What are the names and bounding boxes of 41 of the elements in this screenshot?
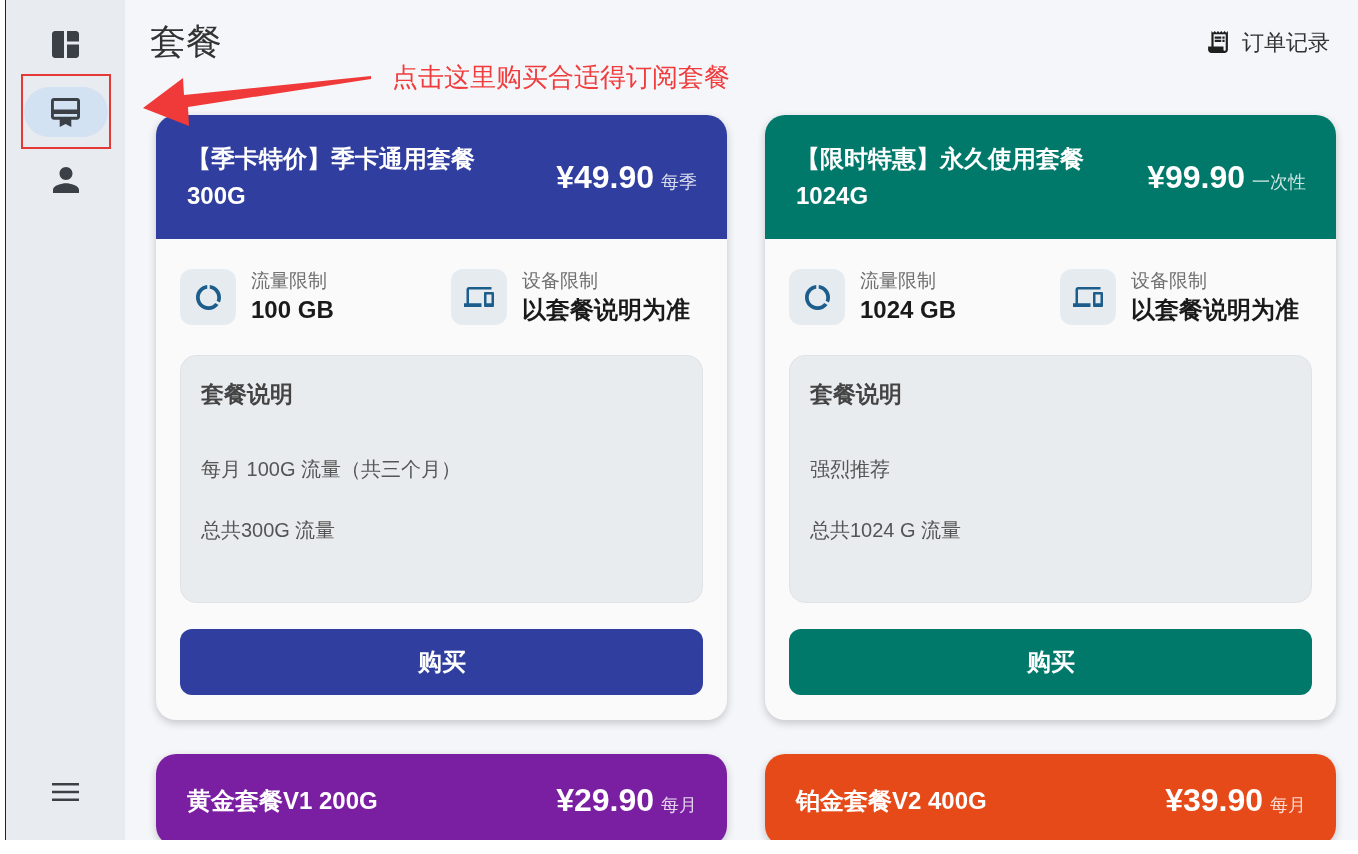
feature-value: 以套餐说明为准 (1131, 295, 1299, 325)
annotation-text: 点击这里购买合适得订阅套餐 (392, 61, 730, 93)
buy-button[interactable]: 购买 (180, 629, 703, 695)
feature-value: 以套餐说明为准 (522, 295, 690, 325)
feature-value: 1024 GB (860, 295, 957, 325)
plan-title: 黄金套餐V1 200G (187, 785, 378, 816)
receipt-icon (1208, 31, 1228, 53)
description-line: 总共300G 流量 (201, 518, 337, 543)
feature-label: 流量限制 (860, 269, 937, 293)
plan-title: 铂金套餐V2 400G (796, 785, 987, 816)
plan-title: 【限时特惠】永久使用套餐 1024G (796, 144, 1085, 211)
nav-item[interactable] (23, 87, 108, 137)
description-line: 每月 100G 流量（共三个月） (201, 457, 463, 482)
feature-value: 100 GB (251, 295, 334, 325)
devices-icon (1073, 287, 1103, 307)
description-line: 强烈推荐 (810, 457, 891, 482)
plan-price: ¥29.90 (556, 781, 654, 820)
devices-icon (464, 287, 494, 307)
plan-price: ¥39.90 (1165, 781, 1263, 820)
billing-period: 每月 (1270, 794, 1306, 817)
page-title: 套餐 (150, 20, 222, 64)
billing-period: 一次性 (1252, 171, 1306, 194)
membership-card-icon (51, 97, 80, 127)
feature-label: 设备限制 (522, 269, 599, 293)
billing-period: 每月 (661, 794, 697, 817)
menu-icon (52, 783, 79, 801)
description-heading: 套餐说明 (201, 380, 294, 409)
dashboard-icon (52, 30, 79, 58)
ring-chart-icon (195, 284, 221, 310)
feature-label: 流量限制 (251, 269, 328, 293)
plan-title: 【季卡特价】季卡通用套餐 300G (187, 144, 476, 211)
billing-period: 每季 (661, 171, 697, 194)
ring-chart-icon (804, 284, 830, 310)
order-history-link[interactable]: 订单记录 (1208, 25, 1330, 59)
description-line: 总共1024 G 流量 (810, 518, 963, 543)
plan-price: ¥99.90 (1147, 158, 1245, 197)
buy-button[interactable]: 购买 (789, 629, 1312, 695)
feature-label: 设备限制 (1131, 269, 1208, 293)
plan-price: ¥49.90 (556, 158, 654, 197)
description-heading: 套餐说明 (810, 380, 903, 409)
person-icon (52, 167, 79, 193)
